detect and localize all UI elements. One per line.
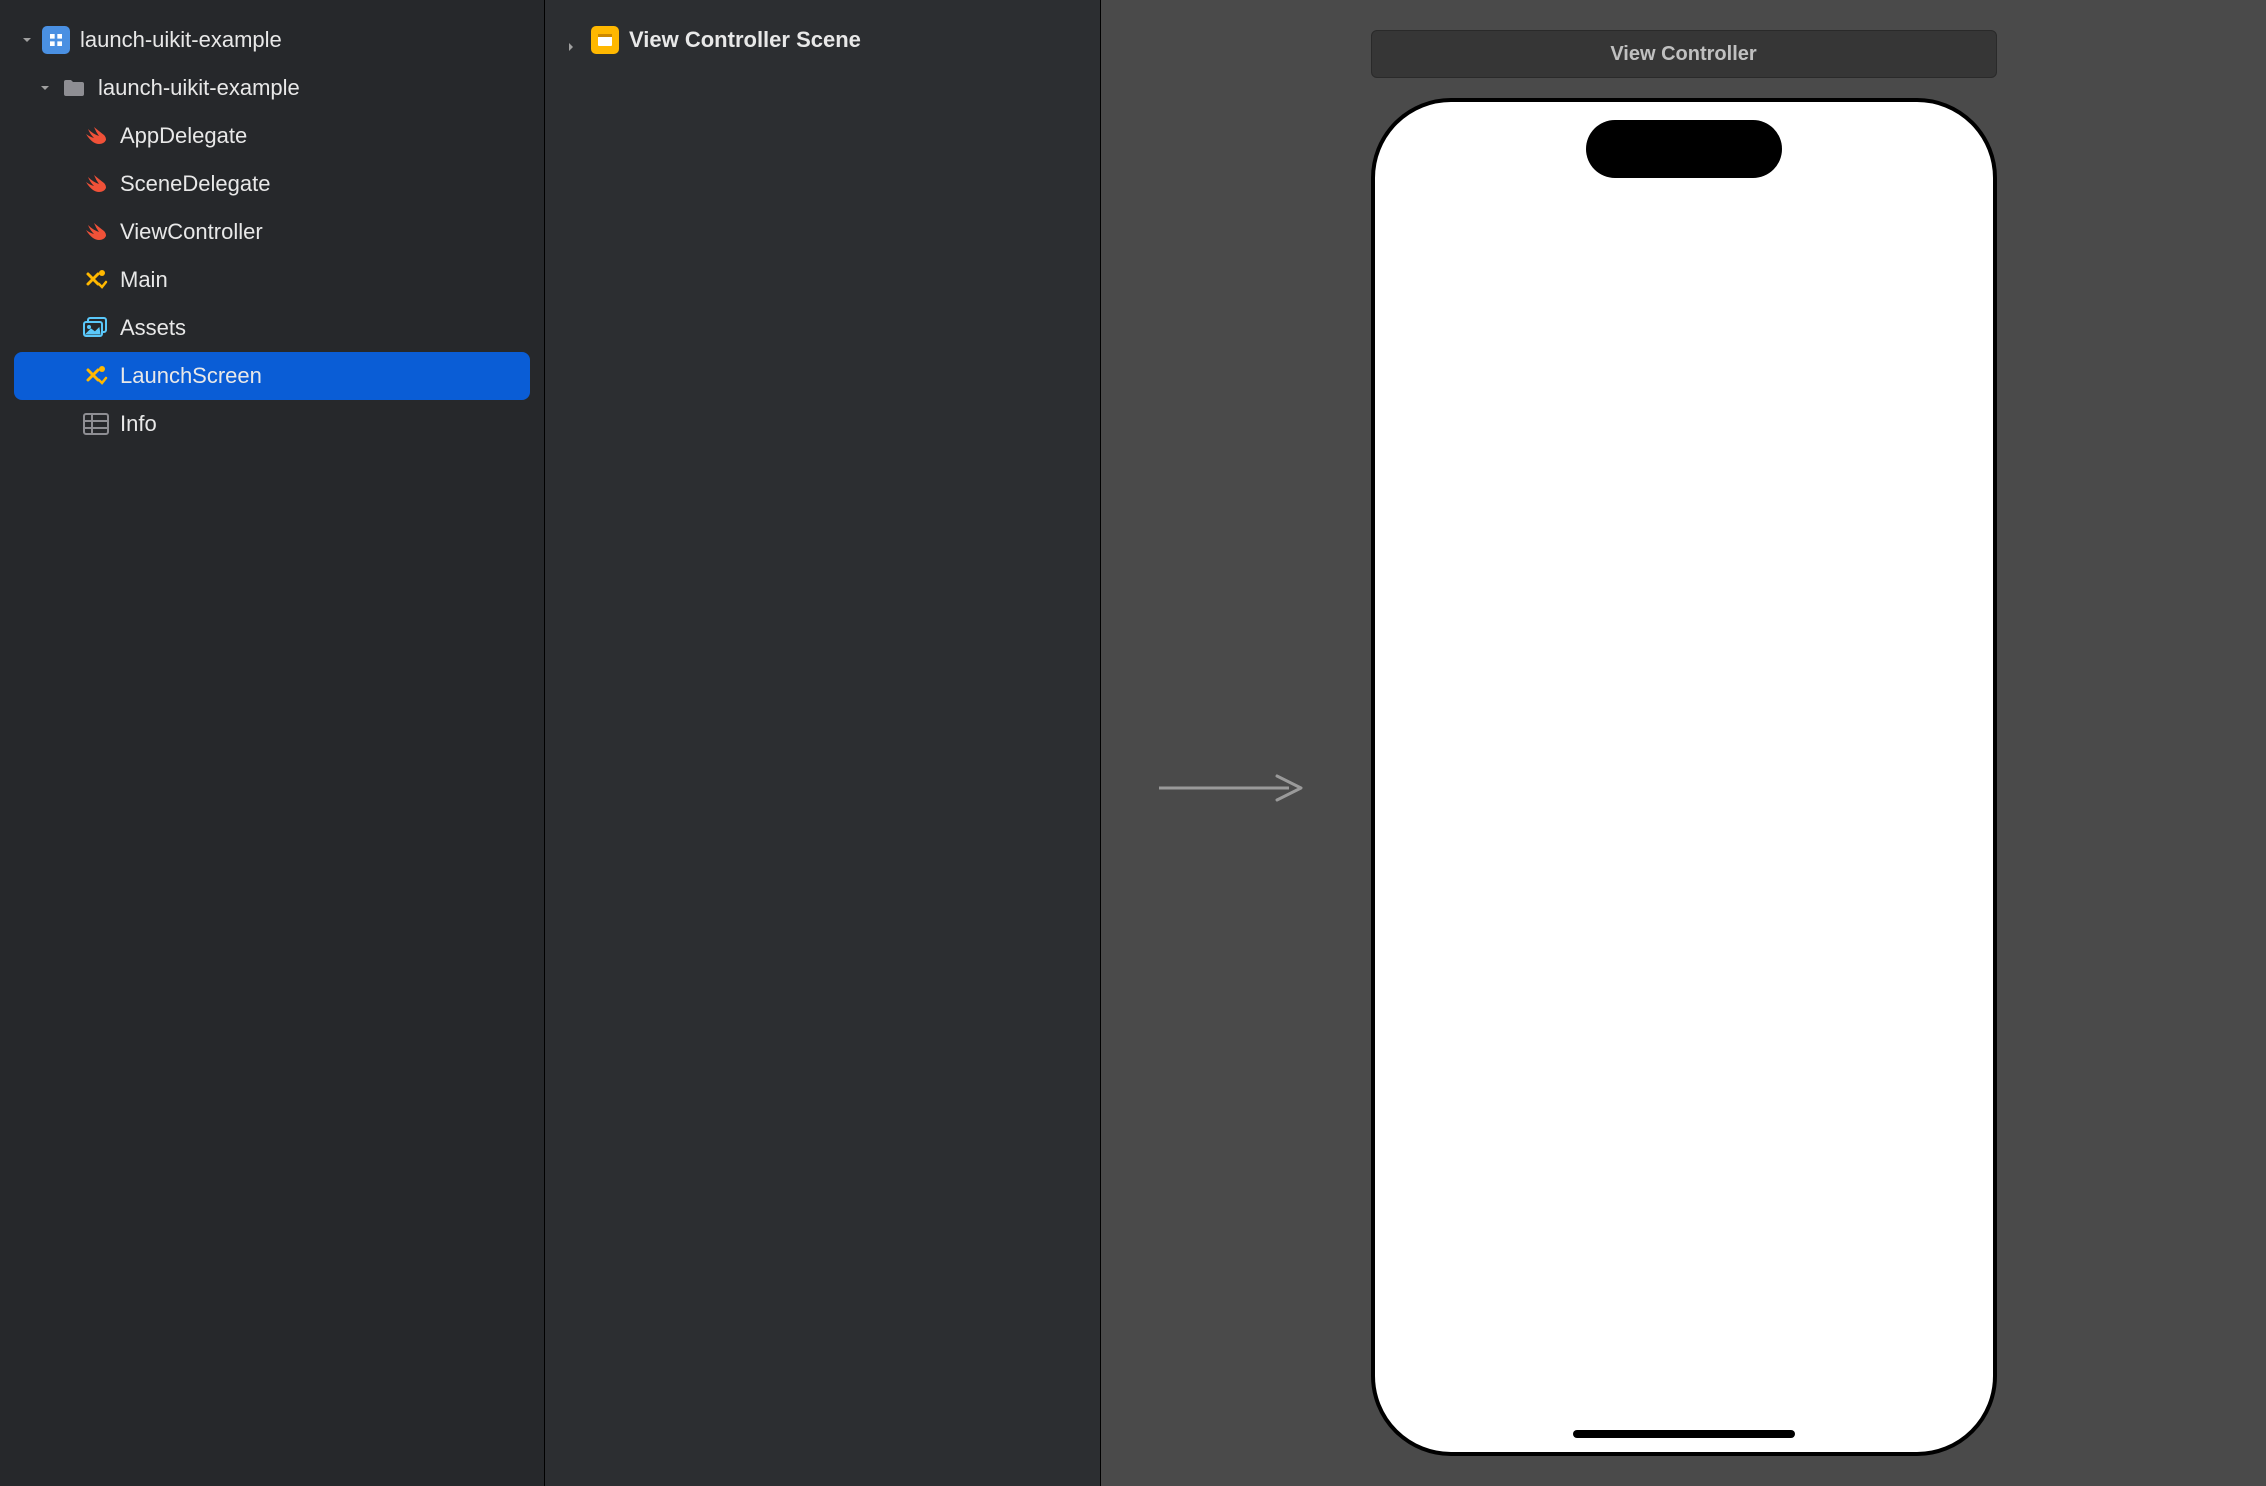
nav-file-main[interactable]: Main bbox=[0, 256, 544, 304]
nav-folder[interactable]: launch-uikit-example bbox=[0, 64, 544, 112]
scene-name-label: View Controller Scene bbox=[629, 27, 861, 53]
xcode-project-icon bbox=[42, 26, 70, 54]
file-name-label: AppDelegate bbox=[120, 123, 247, 149]
nav-project-root[interactable]: launch-uikit-example bbox=[0, 16, 544, 64]
swift-file-icon bbox=[82, 122, 110, 150]
storyboard-file-icon bbox=[82, 362, 110, 390]
dynamic-island bbox=[1586, 120, 1782, 178]
disclosure-triangle-icon[interactable] bbox=[565, 33, 579, 47]
nav-file-scenedelegate[interactable]: SceneDelegate bbox=[0, 160, 544, 208]
file-name-label: LaunchScreen bbox=[120, 363, 262, 389]
scene-label-text: View Controller bbox=[1610, 43, 1756, 66]
device-preview-frame[interactable] bbox=[1371, 98, 1997, 1456]
file-name-label: Info bbox=[120, 411, 157, 437]
project-navigator: launch-uikit-example launch-uikit-exampl… bbox=[0, 0, 545, 1486]
nav-file-appdelegate[interactable]: AppDelegate bbox=[0, 112, 544, 160]
project-name-label: launch-uikit-example bbox=[80, 27, 282, 53]
file-name-label: Assets bbox=[120, 315, 186, 341]
interface-builder-canvas[interactable]: View Controller bbox=[1101, 0, 2266, 1486]
home-indicator bbox=[1573, 1430, 1795, 1438]
scene-label-bar[interactable]: View Controller bbox=[1371, 30, 1997, 78]
document-outline: View Controller Scene bbox=[545, 0, 1101, 1486]
nav-file-viewcontroller[interactable]: ViewController bbox=[0, 208, 544, 256]
assets-file-icon bbox=[82, 314, 110, 342]
plist-file-icon bbox=[82, 410, 110, 438]
initial-view-controller-arrow-icon[interactable] bbox=[1159, 768, 1309, 808]
scene-icon bbox=[591, 26, 619, 54]
outline-scene-item[interactable]: View Controller Scene bbox=[545, 20, 1100, 60]
folder-name-label: launch-uikit-example bbox=[98, 75, 300, 101]
folder-icon bbox=[60, 74, 88, 102]
nav-file-launchscreen[interactable]: LaunchScreen bbox=[14, 352, 530, 400]
swift-file-icon bbox=[82, 170, 110, 198]
file-name-label: ViewController bbox=[120, 219, 263, 245]
nav-file-assets[interactable]: Assets bbox=[0, 304, 544, 352]
disclosure-triangle-icon[interactable] bbox=[38, 81, 52, 95]
storyboard-file-icon bbox=[82, 266, 110, 294]
nav-file-info[interactable]: Info bbox=[0, 400, 544, 448]
file-name-label: Main bbox=[120, 267, 168, 293]
file-name-label: SceneDelegate bbox=[120, 171, 270, 197]
swift-file-icon bbox=[82, 218, 110, 246]
disclosure-triangle-icon[interactable] bbox=[20, 33, 34, 47]
